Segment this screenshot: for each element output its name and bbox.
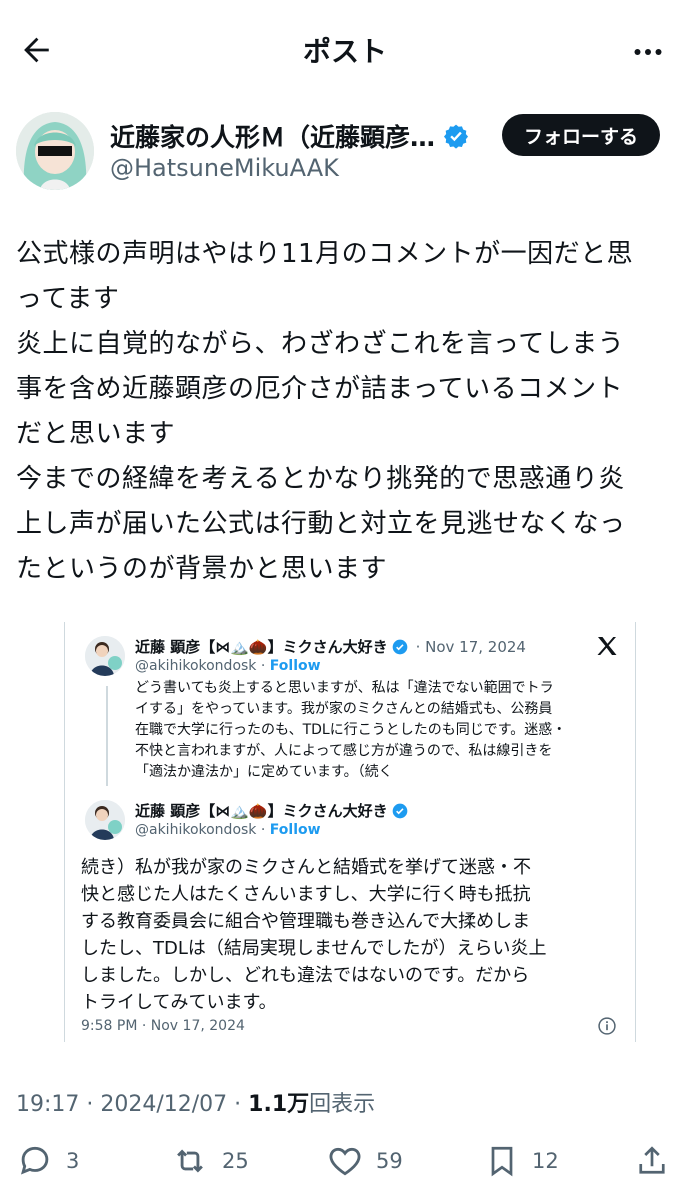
heart-icon — [329, 1147, 361, 1176]
bookmark-icon — [491, 1146, 513, 1177]
thread-connector — [106, 686, 108, 786]
top-bar: ポスト — [0, 0, 690, 100]
repost-button[interactable]: 25 — [170, 1142, 249, 1180]
quoted-post-text: 続き）私が我が家のミクさんと結婚式を挙げて迷惑・不 快と感じた人はたくさんいます… — [81, 857, 547, 1013]
reply-button[interactable]: 3 — [16, 1142, 79, 1180]
quoted-author-name: 近藤 顕彦【⋈🏔️🌰】ミクさん大好き — [135, 800, 408, 821]
quoted-follow-link: Follow — [269, 822, 321, 838]
author-name[interactable]: 近藤家の人形Ｍ（近藤顕彦… — [110, 118, 469, 154]
post-text-line: 上し声が届いた公式は行動と対立を見逃せなくなっ — [16, 509, 626, 539]
info-icon — [598, 1017, 616, 1035]
repost-icon — [177, 1149, 203, 1173]
reply-icon — [21, 1146, 49, 1175]
quoted-avatar — [85, 800, 125, 840]
bookmark-count: 12 — [532, 1149, 559, 1173]
view-count: 1.1万 — [248, 1092, 310, 1117]
post-text-line: たというのが背景かと思います — [16, 554, 388, 584]
quoted-post-text: どう書いても炎上すると思いますが、私は「違法でない範囲でトラ イする」をやってい… — [135, 680, 567, 780]
avatar-image — [16, 112, 94, 190]
post-metadata: 19:17 · 2024/12/07 · 1.1万回表示 — [16, 1086, 375, 1118]
author-handle[interactable]: @HatsuneMikuAAK — [110, 154, 339, 182]
embedded-image[interactable]: 近藤 顕彦【⋈🏔️🌰】ミクさん大好き · Nov 17, 2024 @akihi… — [16, 622, 674, 1042]
reply-count: 3 — [66, 1149, 80, 1173]
quoted-author-handle: @akihikokondosk · Follow — [135, 822, 321, 838]
follow-button[interactable]: フォローする — [501, 114, 660, 156]
more-horizontal-icon — [634, 49, 662, 55]
bookmark-button[interactable]: 12 — [484, 1142, 559, 1180]
action-bar: 3 25 59 12 — [0, 1136, 690, 1192]
post-text-line: 炎上に自覚的ながら、わざわざこれを言ってしまう — [16, 329, 625, 359]
quoted-author-handle: @akihikokondosk · Follow — [135, 658, 321, 674]
quoted-author-name: 近藤 顕彦【⋈🏔️🌰】ミクさん大好き · Nov 17, 2024 — [135, 637, 526, 657]
quoted-follow-link: Follow — [269, 658, 321, 674]
verified-badge-icon — [392, 639, 407, 654]
quoted-avatar — [85, 636, 125, 676]
verified-badge-icon — [392, 803, 407, 818]
post-author: 近藤家の人形Ｍ（近藤顕彦… @HatsuneMikuAAK フォローする — [0, 108, 690, 198]
verified-badge-icon — [443, 124, 469, 149]
author-avatar[interactable] — [16, 112, 94, 190]
repost-count: 25 — [222, 1149, 249, 1173]
like-button[interactable]: 59 — [326, 1142, 403, 1180]
share-button[interactable] — [634, 1142, 670, 1180]
share-icon — [639, 1146, 665, 1174]
post-text-line: ってます — [16, 284, 120, 314]
like-count: 59 — [376, 1149, 403, 1173]
more-button[interactable] — [626, 30, 670, 74]
post-text-line: だと思います — [16, 419, 176, 449]
quoted-thread-card: 近藤 顕彦【⋈🏔️🌰】ミクさん大好き · Nov 17, 2024 @akihi… — [64, 622, 636, 1042]
page-title: ポスト — [302, 35, 387, 68]
post-text-line: 事を含め近藤顕彦の厄介さが詰まっているコメント — [16, 374, 624, 404]
post-text-line: 公式様の声明はやはり11月のコメントが一因だと思 — [16, 239, 634, 269]
view-label: 回表示 — [309, 1092, 376, 1117]
post-text: 公式様の声明はやはり11月のコメントが一因だと思 ってます 炎上に自覚的ながら、… — [16, 232, 676, 592]
quoted-post-date: · Nov 17, 2024 — [415, 637, 526, 656]
post-text-line: 今までの経緯を考えるとかなり挑発的で思惑通り炎 — [16, 464, 625, 494]
x-logo-icon — [597, 637, 617, 655]
quoted-post-timestamp: 9:58 PM · Nov 17, 2024 — [81, 1018, 245, 1034]
post-timestamp[interactable]: 19:17 · 2024/12/07 · — [16, 1092, 248, 1117]
